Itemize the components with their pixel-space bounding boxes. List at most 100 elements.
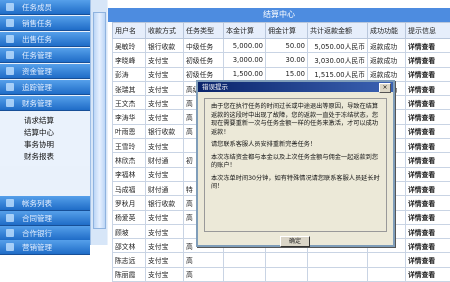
col-header: 任务类型 xyxy=(184,23,224,39)
menu-item-4[interactable]: 任务管理 xyxy=(0,48,90,63)
table-cell[interactable]: 详情查看 xyxy=(406,196,450,210)
table-cell: 支付宝 xyxy=(146,139,184,153)
submenu-item-3[interactable]: 事务协明 xyxy=(0,139,90,151)
bottom-menu-3[interactable]: 合作银行 xyxy=(0,226,90,241)
menu-label: 帐务列表 xyxy=(14,198,52,209)
table-cell xyxy=(308,253,368,267)
dialog-paragraph: 本次冻结资金都与本金以及上次任务金额与佣金一起返款到您的账户！ xyxy=(211,154,382,171)
table-cell: 邵文林 xyxy=(113,239,146,253)
table-cell: 银行收款 xyxy=(146,196,184,210)
table-cell[interactable]: 详情查看 xyxy=(406,39,450,53)
dialog-paragraph: 请您联系客服人员安排重新完善任务！ xyxy=(211,141,382,150)
table-cell: 罗秋月 xyxy=(113,196,146,210)
dialog-paragraph: 由于您在执行任务的时间过长或中途退出等原因，导致在结算返款的这段时中出现了故障，… xyxy=(211,103,382,137)
table-cell: 李晓峰 xyxy=(113,53,146,67)
sidebar-scrollbar[interactable] xyxy=(90,0,107,245)
table-cell: 支付宝 xyxy=(146,253,184,267)
table-cell[interactable]: 详情查看 xyxy=(406,267,450,281)
table-cell: 王文杰 xyxy=(113,96,146,110)
table-cell xyxy=(224,267,266,281)
table-cell: 陈丽霞 xyxy=(113,267,146,281)
table-cell[interactable]: 详情查看 xyxy=(406,167,450,181)
col-header: 用户名 xyxy=(113,23,146,39)
menu-icon xyxy=(6,3,14,11)
error-dialog: 错误提示 × 由于您在执行任务的时间过长或中途退出等原因，导致在结算返款的这段时… xyxy=(196,80,395,247)
table-cell: 支付宝 xyxy=(146,53,184,67)
table-cell: 叶雨恩 xyxy=(113,124,146,138)
table-cell: 支付宝 xyxy=(146,81,184,95)
menu-item-2[interactable]: 销售任务 xyxy=(0,16,90,31)
table-cell: 支付宝 xyxy=(146,110,184,124)
table-cell[interactable]: 详情查看 xyxy=(406,96,450,110)
table-cell xyxy=(266,267,308,281)
menu-item-5[interactable]: 资金管理 xyxy=(0,64,90,79)
menu-label: 合同管理 xyxy=(14,213,52,224)
table-cell: 张瑞其 xyxy=(113,81,146,95)
table-cell: 支付宝 xyxy=(146,210,184,224)
table-cell xyxy=(224,253,266,267)
menu-label: 营销管理 xyxy=(14,242,52,253)
table-cell: 财付通 xyxy=(146,153,184,167)
table-cell[interactable]: 详情查看 xyxy=(406,253,450,267)
submenu: 请求结算 结算中心 事务协明 财务报表 xyxy=(0,112,90,166)
table-cell: 返款成功 xyxy=(368,39,406,53)
submenu-item-2[interactable]: 结算中心 xyxy=(0,127,90,139)
bottom-menu-4[interactable]: 营销管理 xyxy=(0,240,90,255)
dialog-titlebar: 错误提示 × xyxy=(198,82,393,92)
menu-item-3[interactable]: 出售任务 xyxy=(0,32,90,47)
table-cell: 支付宝 xyxy=(146,224,184,238)
menu-label: 合作银行 xyxy=(14,228,52,239)
table-row: 吴敏玲银行收款中级任务5,000.0050.005,050.00人民币返款成功详… xyxy=(113,39,450,53)
table-cell[interactable]: 详情查看 xyxy=(406,153,450,167)
table-cell xyxy=(368,267,406,281)
bottom-menu-2[interactable]: 合同管理 xyxy=(0,211,90,226)
submenu-item-4[interactable]: 财务报表 xyxy=(0,151,90,163)
table-cell: 林欣杰 xyxy=(113,153,146,167)
table-row: 陈志远支付宝高详情查看 xyxy=(113,253,450,267)
menu-label: 任务管理 xyxy=(14,50,52,61)
menu-label: 财务管理 xyxy=(14,98,52,109)
table-cell: 李涛华 xyxy=(113,110,146,124)
table-cell: 支付宝 xyxy=(146,96,184,110)
menu-label: 追踪管理 xyxy=(14,82,52,93)
table-cell[interactable]: 详情查看 xyxy=(406,110,450,124)
menu-item-1[interactable]: 任务成员 xyxy=(0,0,90,15)
table-cell[interactable]: 详情查看 xyxy=(406,210,450,224)
menu-label: 资金管理 xyxy=(14,66,52,77)
menu-icon xyxy=(6,67,14,75)
ok-button[interactable]: 确定 xyxy=(280,236,310,247)
table-cell: 李福林 xyxy=(113,167,146,181)
sidebar: 任务成员 销售任务 出售任务 任务管理 资金管理 追踪管理 财务管理 请求结算 … xyxy=(0,0,108,245)
close-icon[interactable]: × xyxy=(379,83,391,93)
bottom-menu-1[interactable]: 帐务列表 xyxy=(0,196,90,211)
table-cell: 马成福 xyxy=(113,181,146,195)
table-cell[interactable]: 详情查看 xyxy=(406,124,450,138)
table-cell[interactable]: 详情查看 xyxy=(406,239,450,253)
table-cell: 3,000.00 xyxy=(224,53,266,67)
submenu-item-1[interactable]: 请求结算 xyxy=(0,115,90,127)
table-cell xyxy=(308,267,368,281)
menu-icon xyxy=(6,243,14,251)
menu-item-6[interactable]: 追踪管理 xyxy=(0,80,90,95)
table-cell xyxy=(266,253,308,267)
menu-item-7[interactable]: 财务管理 xyxy=(0,96,90,111)
dialog-message: 由于您在执行任务的时间过长或中途退出等原因，导致在结算返款的这段时中出现了故障，… xyxy=(204,98,387,232)
table-cell[interactable]: 详情查看 xyxy=(406,81,450,95)
table-cell[interactable]: 详情查看 xyxy=(406,67,450,81)
table-cell[interactable]: 详情查看 xyxy=(406,181,450,195)
table-cell[interactable]: 详情查看 xyxy=(406,224,450,238)
col-header: 佣金计算 xyxy=(266,23,308,39)
table-cell: 吴敏玲 xyxy=(113,39,146,53)
col-header: 收款方式 xyxy=(146,23,184,39)
table-cell[interactable]: 详情查看 xyxy=(406,53,450,67)
scrollbar-thumb[interactable] xyxy=(93,12,106,229)
panel-title: 结算中心 xyxy=(108,8,450,22)
table-cell: 王雪玲 xyxy=(113,139,146,153)
dialog-title: 错误提示 xyxy=(202,83,228,91)
table-cell[interactable]: 详情查看 xyxy=(406,139,450,153)
col-header: 成功功能 xyxy=(368,23,406,39)
menu-icon xyxy=(6,214,14,222)
table-cell: 返款成功 xyxy=(368,53,406,67)
table-cell: 支付宝 xyxy=(146,167,184,181)
table-cell: 5,000.00 xyxy=(224,39,266,53)
